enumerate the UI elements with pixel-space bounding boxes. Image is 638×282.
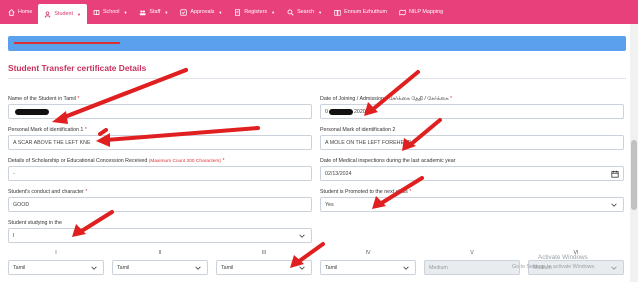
nav-school-label: School	[102, 9, 120, 15]
chevron-down-icon	[611, 266, 617, 270]
chevron-down-icon	[299, 266, 305, 270]
redaction-blob	[328, 108, 353, 115]
studying-label: Student studying in the	[8, 220, 62, 226]
name-tamil-label: Name of the Student in Tamil *	[8, 96, 80, 102]
section-divider	[8, 78, 626, 79]
scrollbar-thumb[interactable]	[631, 140, 637, 210]
nav-registers-label: Registers	[244, 9, 268, 15]
doj-value-end: 2020	[353, 108, 366, 115]
chevron-down-icon: ▼	[318, 9, 323, 15]
home-icon	[8, 8, 15, 16]
nav-nilp-label: NILP Mapping	[409, 9, 444, 15]
chevron-down-icon: ▼	[218, 9, 223, 15]
nav-registers[interactable]: Registers ▼	[228, 0, 281, 24]
nav-approvals[interactable]: Approvals ▼	[174, 0, 228, 24]
nav-staff-label: Staff	[149, 9, 161, 15]
redaction-blob	[15, 109, 49, 115]
chevron-down-icon: ▼	[271, 9, 276, 15]
nav-school[interactable]: School ▼	[87, 0, 133, 24]
name-tamil-input[interactable]	[8, 104, 312, 119]
book-icon	[334, 9, 341, 16]
nav-home[interactable]: Home	[2, 0, 38, 24]
date-of-joining-label: Date of Joining / Admission - சேர்க்கை த…	[320, 96, 453, 102]
chevron-down-icon: ▼	[164, 9, 169, 15]
grade-4-language-select[interactable]: Tamil	[320, 260, 416, 275]
scholarship-value: -	[13, 170, 15, 177]
mark1-input[interactable]: A SCAR ABOVE THE LEFT KNE	[8, 135, 312, 150]
chevron-down-icon	[403, 266, 409, 270]
chevron-down-icon: ▼	[76, 11, 81, 17]
scholarship-input[interactable]: -	[8, 166, 312, 181]
chevron-down-icon: ▼	[123, 9, 128, 15]
grade-5-medium-select[interactable]: Medium	[424, 260, 520, 275]
grade-header-5: V	[470, 250, 474, 256]
nav-student-label: Student	[54, 11, 73, 17]
grade-2-language-select[interactable]: Tamil	[112, 260, 208, 275]
chevron-down-icon	[195, 266, 201, 270]
scholarship-label: Details of Scholarship or Educational Co…	[8, 158, 225, 164]
grade-header-4: IV	[365, 250, 371, 256]
user-icon	[44, 11, 51, 18]
nav-home-label: Home	[18, 9, 33, 15]
chevron-down-icon	[299, 234, 305, 238]
nav-ennum-label: Ennum Ezhuthum	[344, 9, 387, 15]
mark1-label: Personal Mark of identification 1 *	[8, 127, 87, 133]
calendar-icon[interactable]	[611, 170, 619, 178]
mark1-value: A SCAR ABOVE THE LEFT KNE	[13, 139, 91, 146]
grade-3-value: Tamil	[221, 264, 234, 271]
grade-3-language-select[interactable]: Tamil	[216, 260, 312, 275]
grade-1-value: Tamil	[13, 264, 26, 271]
school-icon	[93, 9, 100, 16]
mark2-input[interactable]: A MOLE ON THE LEFT FOREHEAD	[320, 135, 624, 150]
map-icon	[399, 9, 406, 16]
page-title: Student Transfer certificate Details	[8, 63, 147, 73]
mark2-value: A MOLE ON THE LEFT FOREHEAD	[325, 139, 412, 146]
grade-header-2: II	[158, 250, 162, 256]
nav-student[interactable]: Student ▼	[38, 4, 87, 24]
grade-header-3: III	[261, 250, 267, 256]
studying-select[interactable]: I	[8, 228, 312, 243]
search-icon	[287, 9, 294, 16]
staff-icon	[139, 9, 147, 16]
registers-icon	[234, 8, 241, 16]
approvals-icon	[180, 8, 188, 16]
conduct-label: Student's conduct and character *	[8, 189, 88, 195]
medical-inspection-value: 02/13/2024	[325, 170, 352, 177]
chevron-down-icon	[611, 203, 617, 207]
nav-approvals-label: Approvals	[190, 9, 215, 15]
nav-ennum-ezhuthum[interactable]: Ennum Ezhuthum	[328, 0, 393, 24]
chevron-down-icon	[91, 266, 97, 270]
conduct-value: GOOD	[13, 201, 30, 208]
date-of-joining-input[interactable]: 0 2020	[320, 104, 624, 119]
mark2-label: Personal Mark of identification 2	[320, 127, 396, 133]
grade-4-value: Tamil	[325, 264, 338, 271]
grade-header-1: I	[55, 250, 57, 256]
nav-search[interactable]: Search ▼	[281, 0, 328, 24]
studying-value: I	[13, 232, 15, 239]
top-navigation: Home Student ▼ School ▼ Staff ▼ Approval…	[0, 0, 638, 24]
nav-nilp-mapping[interactable]: NILP Mapping	[393, 0, 449, 24]
grade-2-value: Tamil	[117, 264, 130, 271]
medical-inspection-input[interactable]: 02/13/2024	[320, 166, 624, 181]
windows-activation-hint: Go to Settings to activate Windows.	[512, 264, 596, 270]
windows-activation-watermark: Activate Windows	[538, 254, 588, 261]
redaction-line	[14, 42, 120, 44]
grade-1-language-select[interactable]: Tamil	[8, 260, 104, 275]
nav-search-label: Search	[297, 9, 315, 15]
promoted-select[interactable]: Yes	[320, 197, 624, 212]
promoted-label: Student is Promoted to the next class *	[320, 189, 412, 195]
medical-inspection-label: Date of Medical inspections during the l…	[320, 158, 456, 164]
conduct-input[interactable]: GOOD	[8, 197, 312, 212]
doj-value-start: 0	[325, 108, 328, 115]
nav-staff[interactable]: Staff ▼	[133, 0, 174, 24]
grade-5-value: Medium	[429, 264, 448, 271]
promoted-value: Yes	[325, 201, 334, 208]
